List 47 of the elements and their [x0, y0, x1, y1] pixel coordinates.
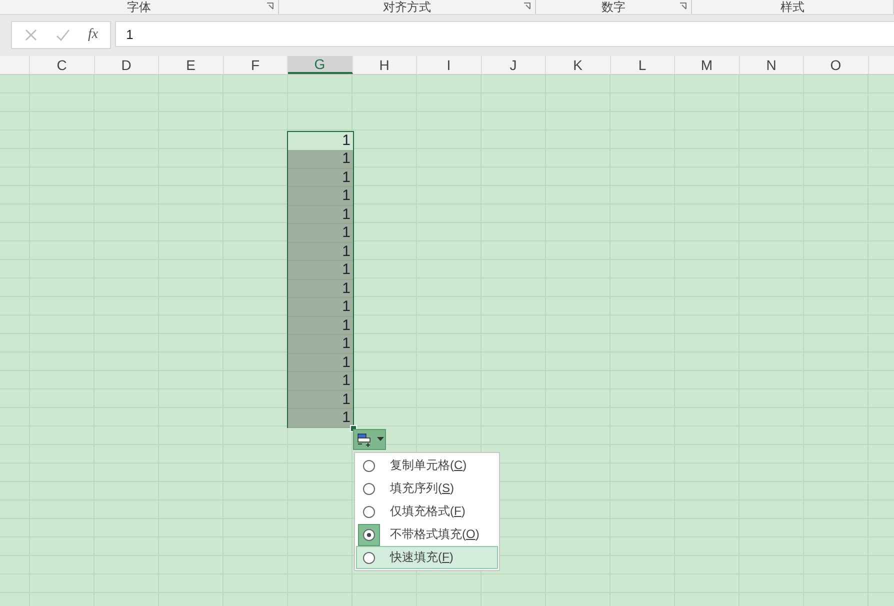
column-header[interactable]: D [94, 56, 159, 74]
menu-item[interactable]: 填充序列(S) [356, 477, 498, 500]
column-header[interactable]: I [417, 56, 482, 74]
column-header[interactable]: M [675, 56, 740, 74]
checkmark-icon[interactable] [56, 28, 70, 42]
column-header[interactable]: C [30, 56, 94, 74]
column-header[interactable]: E [159, 56, 224, 74]
cell[interactable]: 1 [288, 372, 352, 390]
cell[interactable]: 1 [288, 224, 352, 242]
insert-function-button[interactable]: fx [88, 27, 98, 43]
cell[interactable]: 1 [288, 150, 352, 168]
ribbon-group-label: 字体 [127, 0, 151, 14]
menu-item[interactable]: 快速填充(F) [356, 546, 498, 569]
cell[interactable]: 1 [288, 261, 352, 280]
cell[interactable]: 1 [288, 335, 352, 354]
cell[interactable]: 1 [288, 390, 352, 409]
dialog-launcher-icon[interactable] [266, 2, 274, 10]
formula-input-field[interactable]: 1 [115, 21, 894, 47]
column-header[interactable]: N [740, 56, 804, 74]
menu-item[interactable]: 仅填充格式(F) [356, 500, 498, 523]
cell[interactable]: 1 [288, 298, 352, 316]
menu-item[interactable]: 复制单元格(C) [356, 454, 498, 477]
auto-fill-options-button[interactable] [353, 429, 386, 450]
fill-options-icon [357, 432, 373, 446]
column-header[interactable]: G [288, 56, 352, 74]
column-header[interactable]: H [352, 56, 417, 74]
ribbon-group-label: 数字 [602, 0, 626, 14]
dialog-launcher-icon[interactable] [523, 2, 531, 10]
cell[interactable]: 1 [288, 280, 352, 298]
column-header[interactable]: K [546, 56, 610, 74]
cell[interactable]: 1 [288, 132, 352, 150]
cell[interactable]: 1 [288, 316, 352, 335]
cell[interactable]: 1 [288, 206, 352, 224]
ribbon-group-label: 样式 [780, 0, 804, 14]
cell[interactable]: 1 [288, 409, 352, 428]
column-header[interactable]: J [482, 56, 546, 74]
column-header[interactable]: L [610, 56, 675, 74]
radio-button[interactable] [358, 524, 380, 546]
cell[interactable]: 1 [288, 242, 352, 261]
cell[interactable]: 1 [288, 354, 352, 372]
cell[interactable]: 1 [288, 168, 352, 187]
menu-item[interactable]: 不带格式填充(O) [356, 523, 498, 546]
cell[interactable]: 1 [288, 187, 352, 206]
caret-icon [377, 437, 384, 442]
ribbon-group-label: 对齐方式 [383, 0, 431, 14]
column-header[interactable]: O [804, 56, 868, 74]
dialog-launcher-icon[interactable] [679, 2, 687, 10]
